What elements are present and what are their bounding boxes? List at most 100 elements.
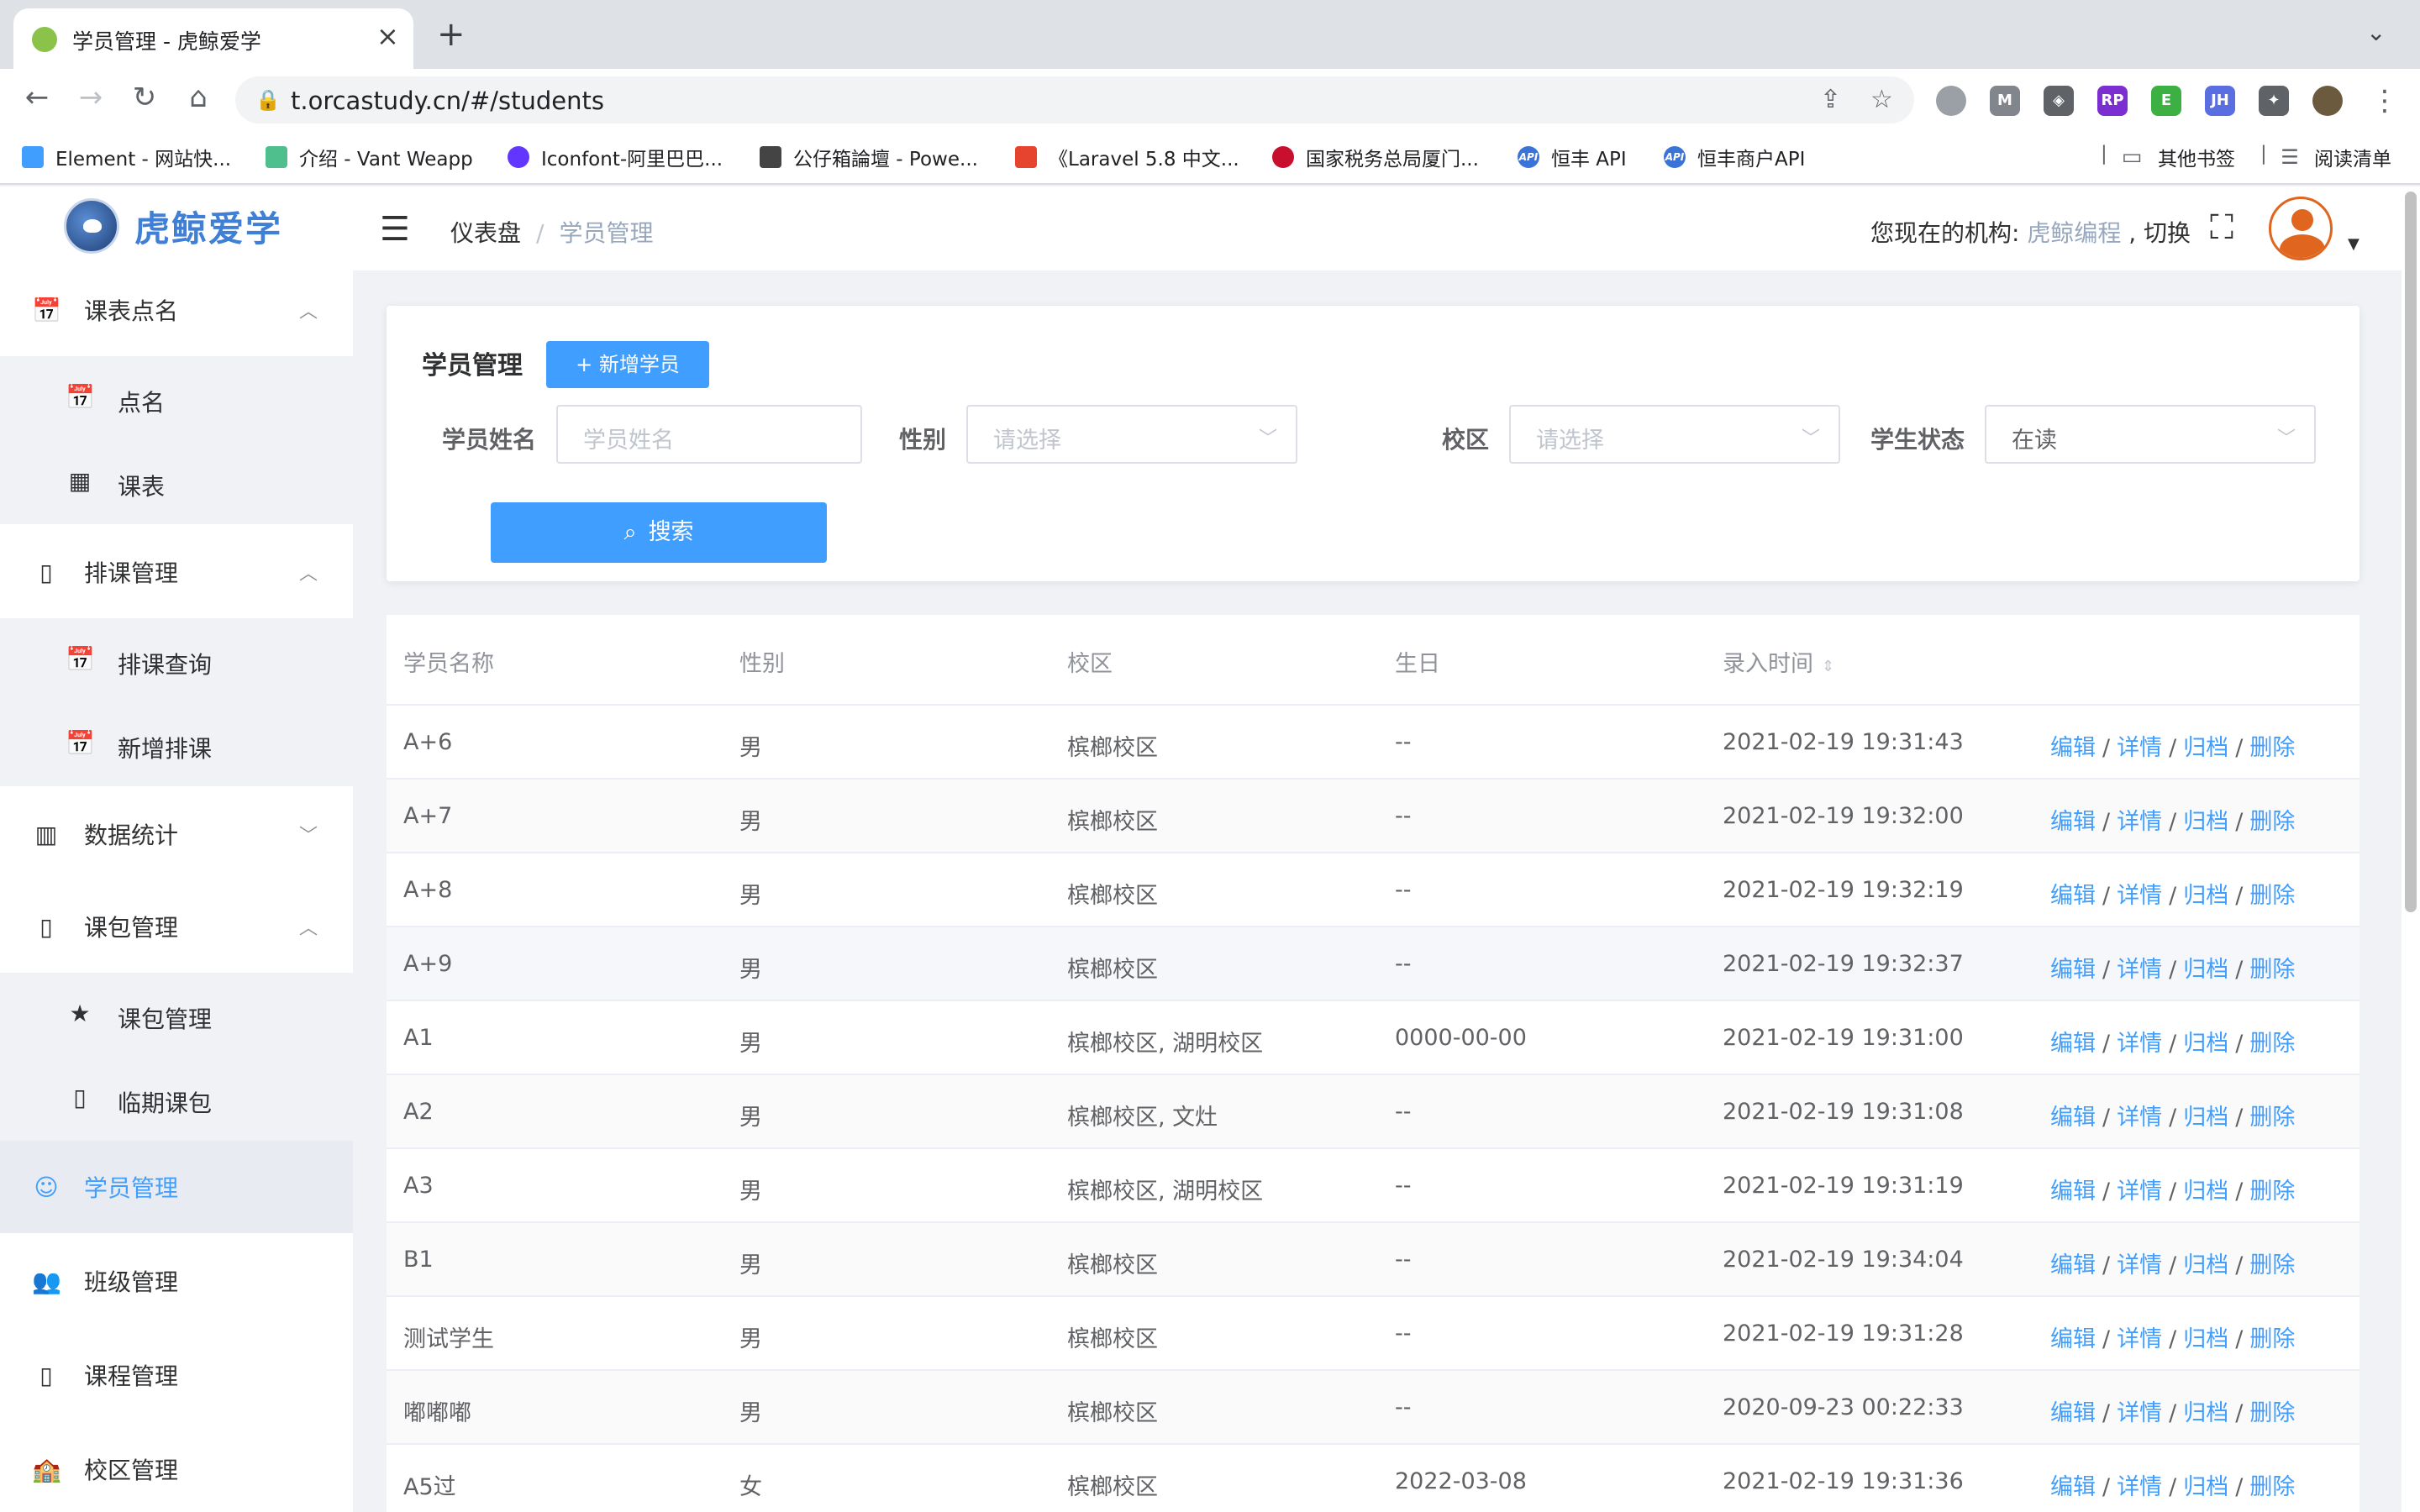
org-switch-link[interactable]: , 切换 [2121,219,2191,247]
detail-link[interactable]: 详情 [2117,735,2162,761]
archive-link[interactable]: 归档 [2183,1179,2228,1205]
bookmark-star-icon[interactable]: ☆ [1870,85,1893,114]
delete-link[interactable]: 删除 [2249,809,2295,835]
menu-students[interactable]: ☺ 学员管理 [0,1141,353,1233]
extension-globe-icon[interactable] [1936,86,1966,116]
address-bar[interactable]: 🔒 t.orcastudy.cn/#/students ⇪ ☆ [235,76,1914,123]
other-bookmarks-folder[interactable]: ▭ 其他书签 [2118,143,2235,171]
share-icon[interactable]: ⇪ [1820,85,1841,114]
tab-search-chevron-icon[interactable]: ⌄ [2366,18,2386,46]
archive-link[interactable]: 归档 [2183,735,2228,761]
submenu-schedule-query[interactable]: 📅 排课查询 [0,618,353,702]
extension-jh-icon[interactable]: JH [2205,86,2235,116]
archive-link[interactable]: 归档 [2183,1326,2228,1352]
edit-link[interactable]: 编辑 [2050,1031,2096,1057]
submenu-timetable[interactable]: ▦ 课表 [0,440,353,524]
student-status-select[interactable]: 在读 ﹀ [1985,405,2316,464]
archive-link[interactable]: 归档 [2183,883,2228,909]
bookmark-item[interactable]: Element - 网站快... [22,143,231,171]
browser-tab[interactable]: 学员管理 - 虎鲸爱学 × [13,8,413,69]
edit-link[interactable]: 编辑 [2050,1474,2096,1500]
menu-timetable-rollcall[interactable]: 📅 课表点名 ︿ [0,264,353,356]
table-row[interactable]: 嘟嘟嘟男槟榔校区 -- 2020-09-23 00:22:33 编辑 / 详情 / 归档 / 删除 [387,1371,2360,1445]
delete-link[interactable]: 删除 [2249,1474,2295,1500]
reading-list-button[interactable]: ☰ 阅读清单 [2277,143,2391,171]
profile-avatar-icon[interactable] [2312,86,2343,116]
menu-scheduling[interactable]: ▯ 排课管理 ︿ [0,526,353,618]
archive-link[interactable]: 归档 [2183,1252,2228,1278]
detail-link[interactable]: 详情 [2117,883,2162,909]
edit-link[interactable]: 编辑 [2050,1326,2096,1352]
table-row[interactable]: B1 男槟榔校区 -- 2021-02-19 19:34:04 编辑 / 详情 / 归档 / 删除 [387,1223,2360,1297]
menu-classes[interactable]: 👥 班级管理 [0,1235,353,1327]
fullscreen-icon[interactable]: ⛶ [2210,208,2233,247]
bookmark-item[interactable]: 介绍 - Vant Weapp [266,143,473,171]
add-student-button[interactable]: + 新增学员 [546,341,709,388]
table-row[interactable]: A+6 男槟榔校区 -- 2021-02-19 19:31:43 编辑 / 详情 / 归档 / 删除 [387,706,2360,780]
archive-link[interactable]: 归档 [2183,957,2228,983]
detail-link[interactable]: 详情 [2117,1105,2162,1131]
detail-link[interactable]: 详情 [2117,957,2162,983]
gender-select[interactable]: 请选择 ﹀ [966,405,1297,464]
table-row[interactable]: A+8 男槟榔校区 -- 2021-02-19 19:32:19 编辑 / 详情 / 归档 / 删除 [387,853,2360,927]
user-avatar[interactable] [2269,197,2333,260]
home-icon[interactable]: ⌂ [180,81,217,114]
extension-mail-icon[interactable]: M [1990,86,2020,116]
table-row[interactable]: A3 男槟榔校区, 湖明校区 -- 2021-02-19 19:31:19 编辑 / 详情 /… [387,1149,2360,1223]
table-row[interactable]: 测试学生男槟榔校区 -- 2021-02-19 19:31:28 编辑 / 详情 / 归档 / 删… [387,1297,2360,1371]
search-button[interactable]: ⌕ 搜索 [491,502,827,563]
delete-link[interactable]: 删除 [2249,1326,2295,1352]
extension-rp-icon[interactable]: RP [2097,86,2128,116]
submenu-expiring-package[interactable]: ▯ 临期课包 [0,1057,353,1141]
column-header-created[interactable]: 录入时间 ⇕ [1723,645,1834,678]
archive-link[interactable]: 归档 [2183,1400,2228,1426]
delete-link[interactable]: 删除 [2249,735,2295,761]
edit-link[interactable]: 编辑 [2050,809,2096,835]
tab-close-icon[interactable]: × [376,20,399,52]
caret-down-icon[interactable]: ▼ [2348,235,2360,253]
submenu-package-management[interactable]: ★ 课包管理 [0,973,353,1057]
url-text[interactable]: t.orcastudy.cn/#/students [291,87,604,115]
breadcrumb-home[interactable]: 仪表盘 [450,219,521,247]
bookmark-item[interactable]: 国家税务总局厦门... [1272,143,1479,171]
edit-link[interactable]: 编辑 [2050,1400,2096,1426]
menu-courses[interactable]: ▯ 课程管理 [0,1329,353,1421]
student-name-input[interactable]: 学员姓名 [556,405,862,464]
collapse-menu-icon[interactable]: ☰ [380,210,410,249]
extensions-puzzle-icon[interactable]: ✦ [2259,86,2289,116]
menu-campuses[interactable]: 🏫 校区管理 [0,1423,353,1512]
extension-shield-icon[interactable]: ◈ [2044,86,2074,116]
forward-icon[interactable]: → [72,81,109,114]
page-scrollbar[interactable] [2402,186,2420,1512]
delete-link[interactable]: 删除 [2249,1179,2295,1205]
bookmark-item[interactable]: API 恒丰商户API [1664,143,1805,171]
edit-link[interactable]: 编辑 [2050,735,2096,761]
edit-link[interactable]: 编辑 [2050,957,2096,983]
back-icon[interactable]: ← [18,81,55,114]
detail-link[interactable]: 详情 [2117,1031,2162,1057]
archive-link[interactable]: 归档 [2183,1105,2228,1131]
archive-link[interactable]: 归档 [2183,1474,2228,1500]
menu-statistics[interactable]: ▥ 数据统计 ﹀ [0,788,353,880]
bookmark-item[interactable]: 《Laravel 5.8 中文... [1015,143,1239,171]
delete-link[interactable]: 删除 [2249,1400,2295,1426]
detail-link[interactable]: 详情 [2117,1326,2162,1352]
detail-link[interactable]: 详情 [2117,809,2162,835]
table-row[interactable]: A1 男 槟榔校区, 湖明校区 0000-00-00 2021-02-19 19:31:… [387,1001,2360,1075]
sort-icon[interactable]: ⇕ [1822,658,1834,675]
campus-select[interactable]: 请选择 ﹀ [1509,405,1840,464]
table-row[interactable]: A2 男槟榔校区, 文灶 -- 2021-02-19 19:31:08 编辑 / 详情 / 归档… [387,1075,2360,1149]
edit-link[interactable]: 编辑 [2050,1179,2096,1205]
bookmark-item[interactable]: Iconfont-阿里巴巴... [508,143,723,171]
delete-link[interactable]: 删除 [2249,1105,2295,1131]
submenu-add-schedule[interactable]: 📅 新增排课 [0,702,353,786]
edit-link[interactable]: 编辑 [2050,1252,2096,1278]
bookmark-item[interactable]: API 恒丰 API [1518,143,1627,171]
detail-link[interactable]: 详情 [2117,1179,2162,1205]
menu-course-package[interactable]: ▯ 课包管理 ︿ [0,880,353,973]
detail-link[interactable]: 详情 [2117,1252,2162,1278]
table-row[interactable]: A+7 男槟榔校区 -- 2021-02-19 19:32:00 编辑 / 详情 / 归档 / 删除 [387,780,2360,853]
browser-menu-icon[interactable]: ⋮ [2366,84,2403,118]
submenu-rollcall[interactable]: 📅 点名 [0,356,353,440]
detail-link[interactable]: 详情 [2117,1474,2162,1500]
